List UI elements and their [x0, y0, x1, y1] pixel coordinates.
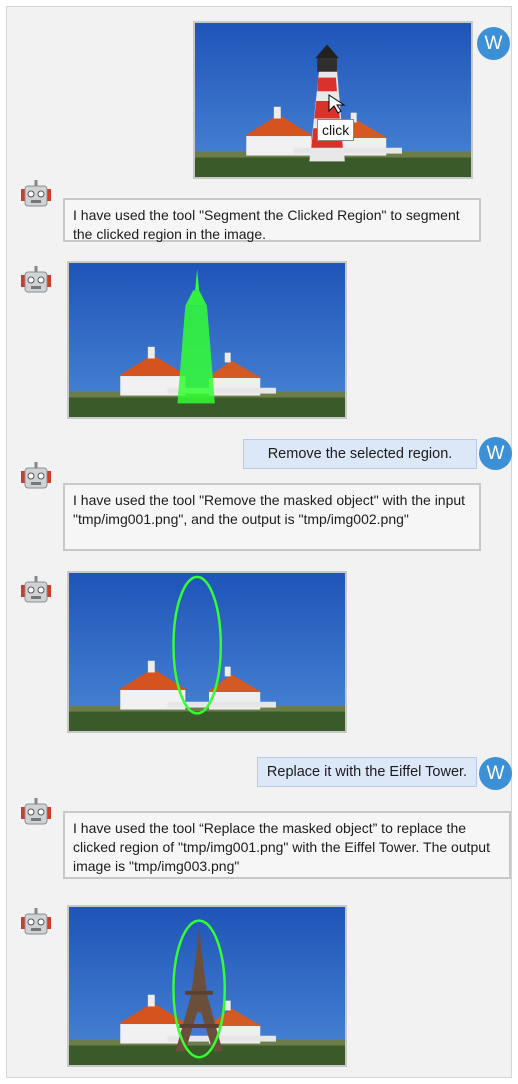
robot-icon [19, 573, 53, 607]
robot-icon [19, 795, 53, 829]
removed-image-message[interactable] [67, 571, 347, 733]
segmented-image-message[interactable] [67, 261, 347, 419]
robot-icon [19, 459, 53, 493]
robot-icon [19, 177, 53, 211]
eiffel-tower-photo [69, 907, 345, 1065]
bot-text-message: I have used the tool "Remove the masked … [63, 483, 481, 551]
user-text-message: Replace it with the Eiffel Tower. [257, 757, 477, 787]
bot-text-message: I have used the tool “Replace the masked… [63, 811, 511, 879]
cursor-arrow-icon [327, 93, 349, 120]
user-text-message: Remove the selected region. [243, 439, 477, 469]
chat-panel: click W I have used the tool "Segment th… [6, 6, 512, 1078]
bot-text-message: I have used the tool "Segment the Clicke… [63, 198, 481, 242]
click-label: click [317, 119, 355, 141]
user-avatar: W [477, 27, 510, 60]
robot-icon [19, 905, 53, 939]
robot-icon [19, 263, 53, 297]
lighthouse-mask-photo [69, 263, 345, 417]
user-avatar: W [479, 437, 512, 470]
removed-object-photo [69, 573, 345, 731]
user-avatar: W [479, 757, 512, 790]
eiffel-image-message[interactable] [67, 905, 347, 1067]
